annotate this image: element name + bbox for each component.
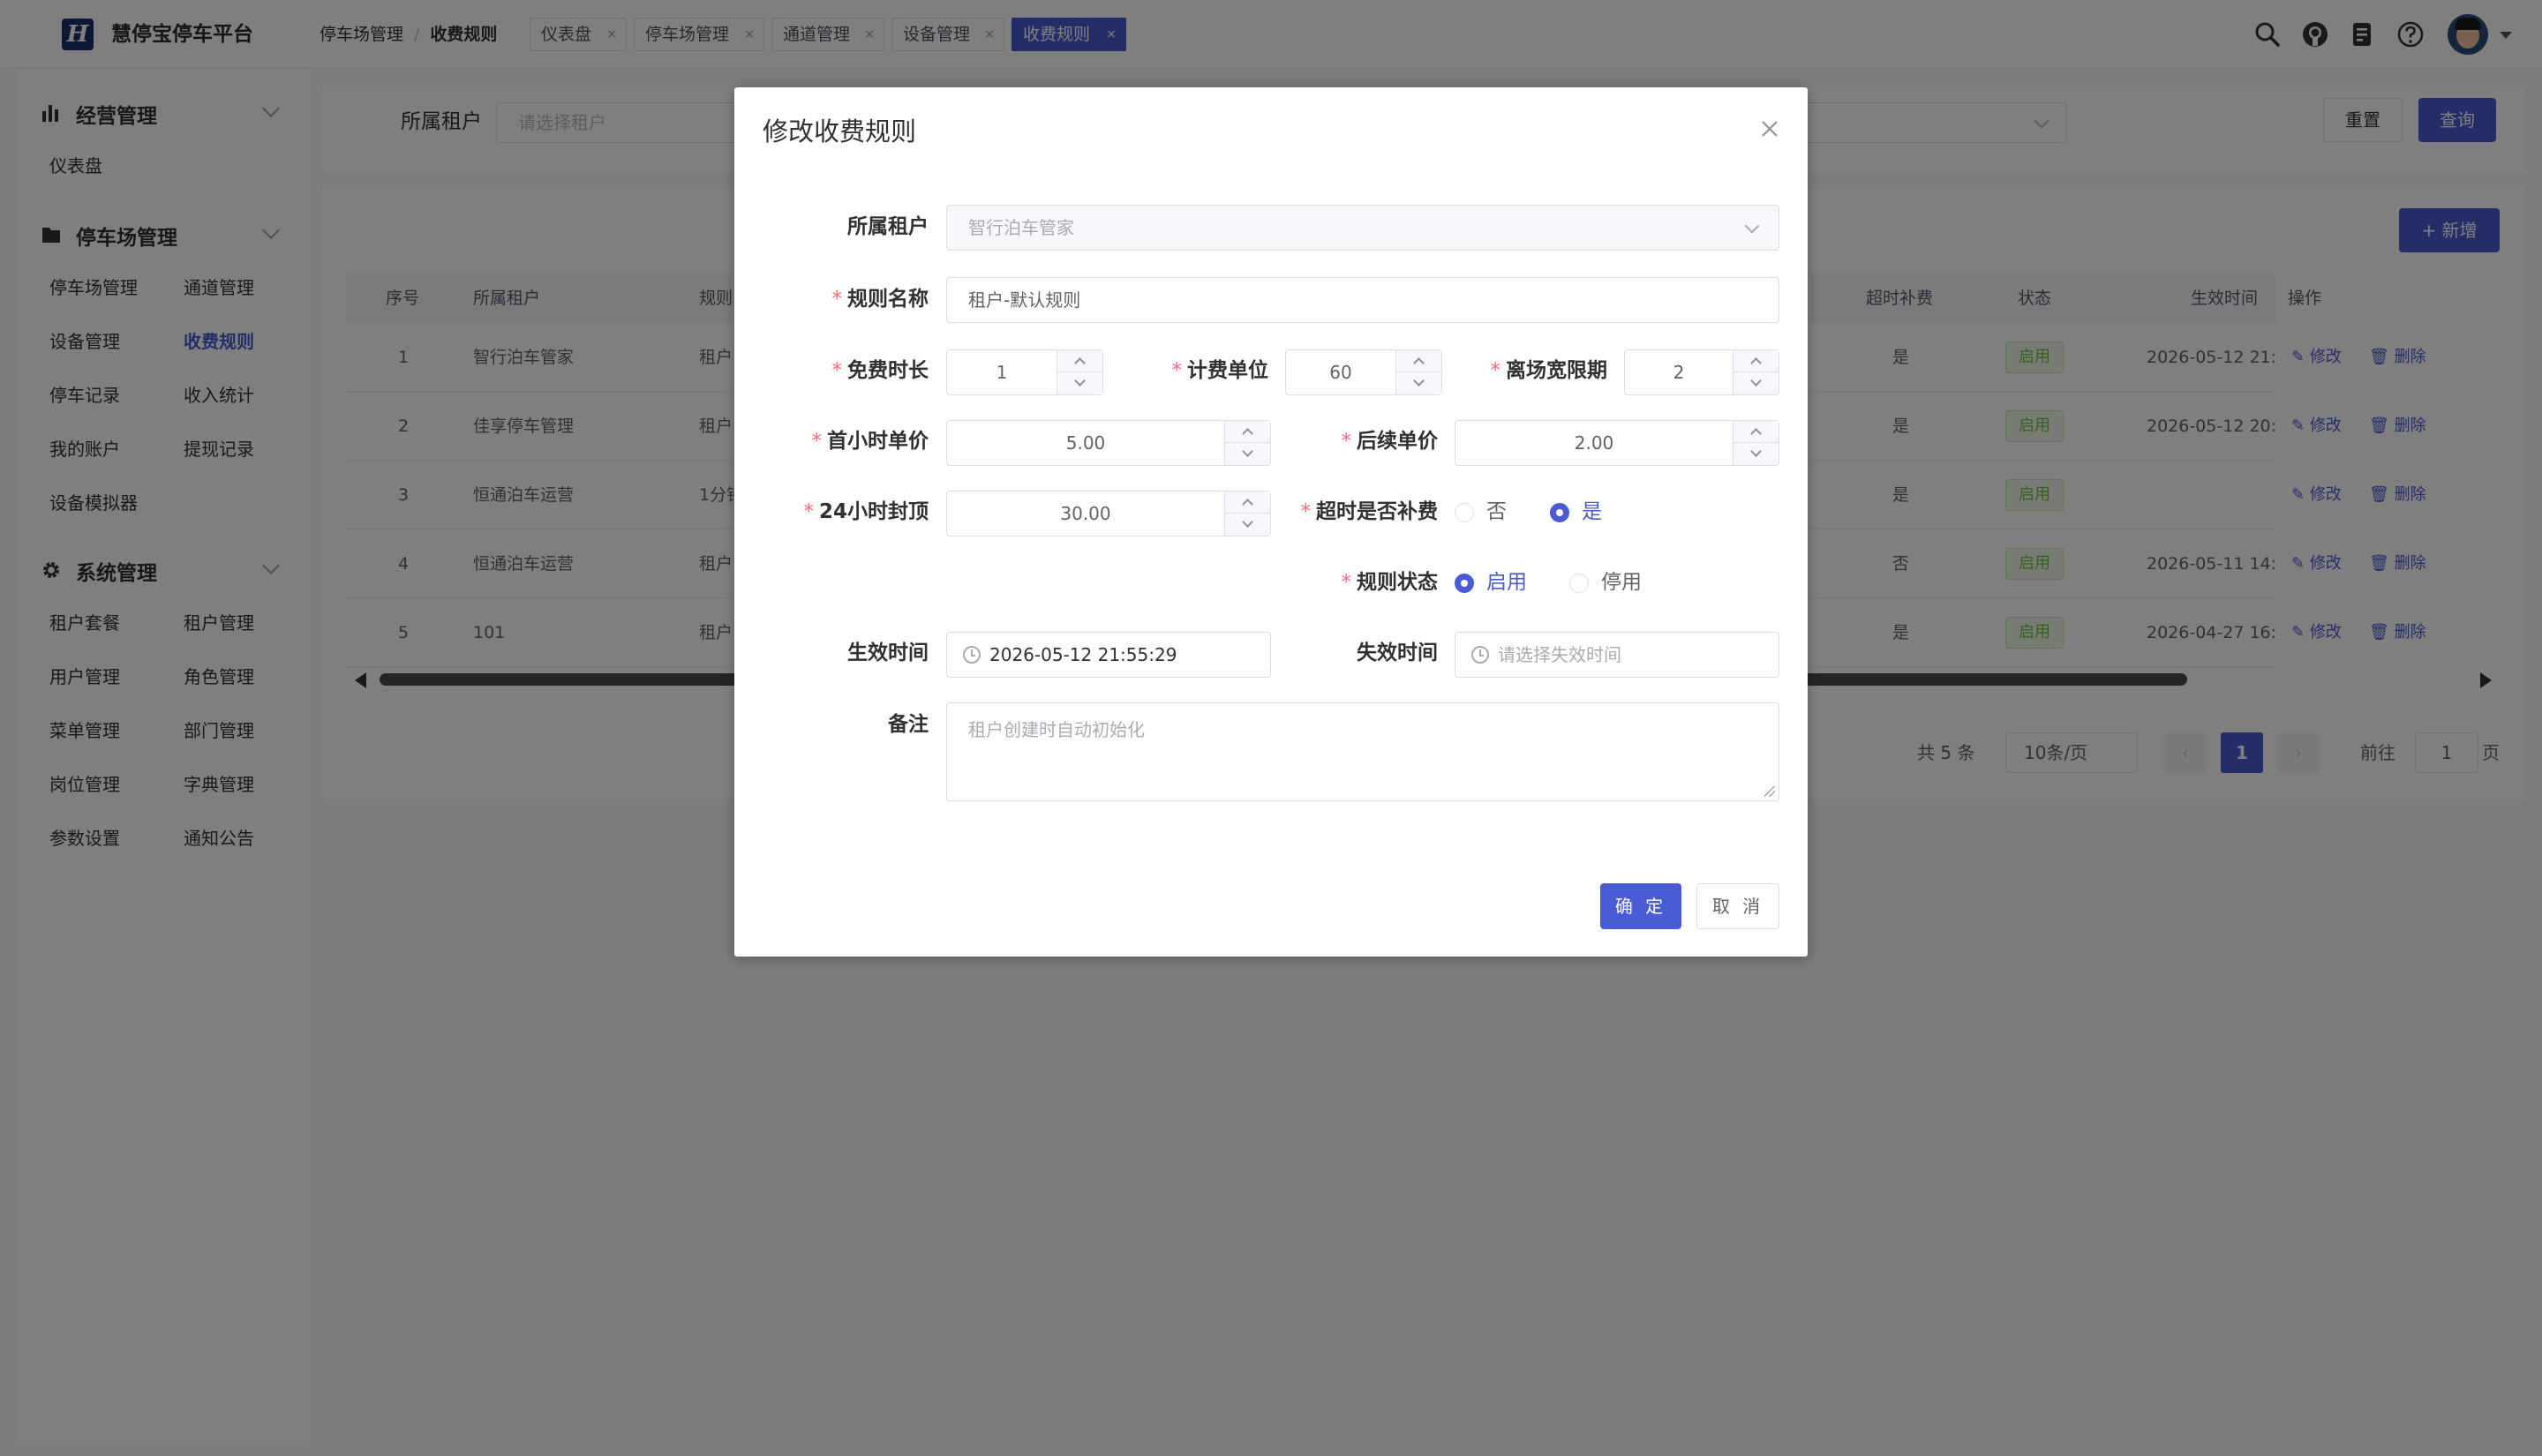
required-mark: * xyxy=(803,500,814,523)
decrement-button[interactable] xyxy=(1734,443,1779,465)
stepper-controls xyxy=(1224,421,1271,465)
chevron-up-icon xyxy=(1750,357,1762,369)
expire-time-picker[interactable]: 请选择失效时间 xyxy=(1455,632,1779,678)
stepper-controls xyxy=(1733,350,1779,394)
status-enabled-label[interactable]: 启用 xyxy=(1486,568,1527,597)
billing-unit-label: * 计费单位 xyxy=(1172,356,1269,385)
first-hour-price-label-text: 首小时单价 xyxy=(827,430,929,453)
overtime-charge-label-text: 超时是否补费 xyxy=(1316,500,1438,523)
daily-cap-value: 30.00 xyxy=(1060,503,1111,524)
chevron-up-icon xyxy=(1750,428,1762,439)
effective-time-label: 生效时间 xyxy=(847,642,929,664)
daily-cap-input[interactable]: 30.00 xyxy=(946,491,1271,537)
chevron-down-icon xyxy=(1242,516,1253,528)
remark-textarea[interactable]: 租户创建时自动初始化 xyxy=(946,702,1779,801)
chevron-up-icon xyxy=(1413,357,1425,369)
increment-button[interactable] xyxy=(1734,421,1779,443)
tenant-label: 所属租户 xyxy=(847,215,929,238)
required-mark: * xyxy=(1341,571,1352,594)
required-mark: * xyxy=(811,430,823,453)
required-mark: * xyxy=(1300,500,1312,523)
rule-name-label-text: 规则名称 xyxy=(847,288,929,311)
expire-time-placeholder: 请选择失效时间 xyxy=(1498,644,1621,665)
tenant-select: 智行泊车管家 xyxy=(946,205,1779,251)
grace-period-input[interactable]: 2 xyxy=(1624,349,1779,395)
resize-handle-icon[interactable] xyxy=(1764,786,1775,797)
subsequent-price-label-text: 后续单价 xyxy=(1357,430,1438,453)
rule-name-input[interactable]: 租户-默认规则 xyxy=(946,277,1779,323)
remark-label: 备注 xyxy=(888,713,929,736)
rule-status-label: * 规则状态 xyxy=(1342,568,1439,597)
chevron-down-icon xyxy=(1750,446,1762,457)
chevron-up-icon xyxy=(1242,428,1253,439)
free-duration-label-text: 免费时长 xyxy=(847,359,929,382)
increment-button[interactable] xyxy=(1734,350,1779,372)
rule-status-label-text: 规则状态 xyxy=(1357,571,1438,594)
remark-placeholder: 租户创建时自动初始化 xyxy=(968,719,1145,740)
daily-cap-label: * 24小时封顶 xyxy=(803,498,929,526)
required-mark: * xyxy=(831,288,843,311)
overtime-no-label[interactable]: 否 xyxy=(1486,498,1507,526)
edit-fee-rule-dialog: 修改收费规则 所属租户 智行泊车管家 * 规则名称 租户-默认规则 * 免费时长 1… xyxy=(734,87,1808,957)
grace-period-label-text: 离场宽限期 xyxy=(1506,359,1607,382)
stepper-controls xyxy=(1224,492,1271,536)
decrement-button[interactable] xyxy=(1734,372,1779,394)
first-hour-price-value: 5.00 xyxy=(1065,432,1106,454)
increment-button[interactable] xyxy=(1225,421,1271,443)
free-duration-label: * 免费时长 xyxy=(832,356,929,385)
increment-button[interactable] xyxy=(1225,492,1271,514)
status-enabled-radio[interactable] xyxy=(1455,574,1474,593)
dialog-title: 修改收费规则 xyxy=(763,116,917,146)
first-hour-price-input[interactable]: 5.00 xyxy=(946,420,1271,466)
overtime-charge-label: * 超时是否补费 xyxy=(1301,498,1439,526)
grace-period-value: 2 xyxy=(1673,362,1685,383)
clock-icon xyxy=(1471,646,1489,664)
free-duration-input[interactable]: 1 xyxy=(946,349,1103,395)
decrement-button[interactable] xyxy=(1396,372,1442,394)
free-duration-value: 1 xyxy=(996,362,1008,383)
subsequent-price-value: 2.00 xyxy=(1574,432,1614,454)
close-icon[interactable] xyxy=(1758,117,1781,140)
stepper-controls xyxy=(1057,350,1103,394)
effective-time-value: 2026-05-12 21:55:29 xyxy=(989,644,1177,665)
required-mark: * xyxy=(1341,430,1352,453)
required-mark: * xyxy=(831,359,843,382)
decrement-button[interactable] xyxy=(1057,372,1103,394)
status-disabled-radio[interactable] xyxy=(1569,574,1589,593)
grace-period-label: * 离场宽限期 xyxy=(1491,356,1608,385)
required-mark: * xyxy=(1171,359,1183,382)
chevron-down-icon xyxy=(1413,375,1425,387)
tenant-value: 智行泊车管家 xyxy=(968,217,1074,238)
status-disabled-label[interactable]: 停用 xyxy=(1601,568,1642,597)
expire-time-label: 失效时间 xyxy=(1357,642,1438,664)
increment-button[interactable] xyxy=(1057,350,1103,372)
chevron-down-icon xyxy=(1744,218,1760,234)
clock-icon xyxy=(963,646,981,664)
billing-unit-label-text: 计费单位 xyxy=(1187,359,1268,382)
required-mark: * xyxy=(1490,359,1501,382)
subsequent-price-input[interactable]: 2.00 xyxy=(1455,420,1779,466)
billing-unit-value: 60 xyxy=(1329,362,1352,383)
overtime-yes-radio[interactable] xyxy=(1550,503,1569,522)
stepper-controls xyxy=(1395,350,1442,394)
chevron-up-icon xyxy=(1242,499,1253,510)
cancel-button[interactable]: 取 消 xyxy=(1696,883,1779,929)
chevron-down-icon xyxy=(1074,375,1086,387)
effective-time-picker[interactable]: 2026-05-12 21:55:29 xyxy=(946,632,1271,678)
chevron-down-icon xyxy=(1750,375,1762,387)
subsequent-price-label: * 后续单价 xyxy=(1342,427,1439,455)
rule-name-label: * 规则名称 xyxy=(832,285,929,313)
daily-cap-label-text: 24小时封顶 xyxy=(818,500,929,523)
overtime-no-radio[interactable] xyxy=(1455,503,1474,522)
overtime-yes-label[interactable]: 是 xyxy=(1582,498,1602,526)
stepper-controls xyxy=(1733,421,1779,465)
chevron-down-icon xyxy=(1242,446,1253,457)
first-hour-price-label: * 首小时单价 xyxy=(812,427,929,455)
billing-unit-input[interactable]: 60 xyxy=(1285,349,1442,395)
chevron-up-icon xyxy=(1074,357,1086,369)
confirm-button[interactable]: 确 定 xyxy=(1600,883,1681,929)
decrement-button[interactable] xyxy=(1225,514,1271,536)
decrement-button[interactable] xyxy=(1225,443,1271,465)
increment-button[interactable] xyxy=(1396,350,1442,372)
